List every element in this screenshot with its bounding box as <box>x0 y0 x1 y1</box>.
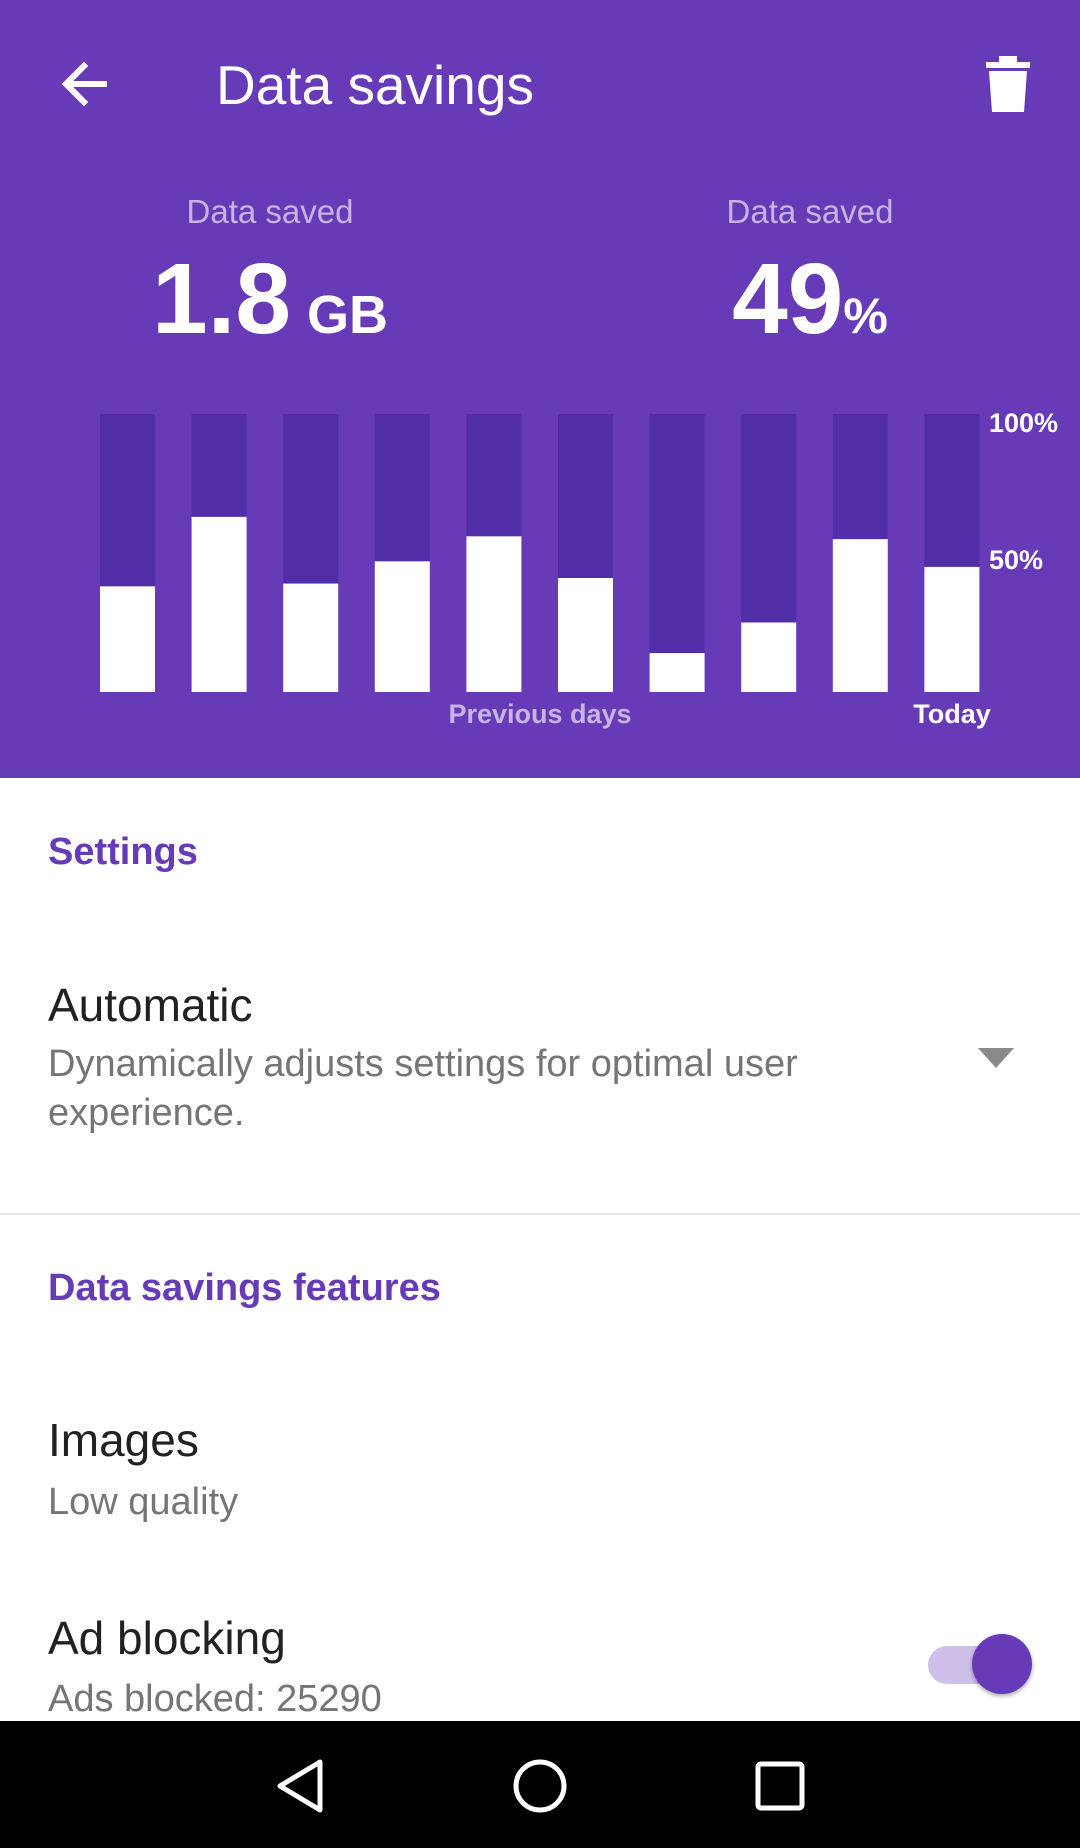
data-saved-amount-stat: Data saved 1.8 GB <box>60 190 480 384</box>
savings-chart-svg: 100% 50% Previous days Today <box>100 408 1058 729</box>
bar-4 <box>374 561 430 692</box>
settings-section-title: Settings <box>48 831 198 873</box>
data-saved-amount-unit: GB <box>307 285 388 345</box>
nav-back-icon <box>277 1759 323 1813</box>
x-axis-today-label: Today <box>913 699 991 729</box>
toggle-thumb <box>972 1634 1032 1694</box>
ads-blocked-count: Ads blocked: 25290 <box>48 1678 382 1720</box>
images-title: Images <box>48 1414 199 1466</box>
arrow-left-icon <box>61 61 107 107</box>
nav-back-button[interactable] <box>250 1741 350 1831</box>
bar-10 <box>924 566 980 692</box>
nav-home-button[interactable] <box>490 1741 590 1831</box>
bar-6 <box>558 578 613 692</box>
data-saved-percent-value: 49% <box>600 244 1020 384</box>
divider <box>0 1213 1080 1215</box>
data-saved-percent-stat: Data saved 49% <box>600 190 1020 384</box>
data-saved-percent-number: 49 <box>732 243 844 355</box>
nav-home-icon <box>513 1759 567 1813</box>
data-saved-amount-value: 1.8 GB <box>60 244 480 384</box>
nav-recents-button[interactable] <box>730 1741 830 1831</box>
data-saved-percent-label: Data saved <box>726 193 894 230</box>
savings-bar-chart: 100% 50% Previous days Today <box>0 0 1080 778</box>
features-section-title: Data savings features <box>48 1267 441 1309</box>
data-saved-amount-number: 1.8 <box>151 243 291 355</box>
delete-button[interactable] <box>968 44 1048 124</box>
trash-icon <box>986 56 1030 112</box>
ad-blocking-toggle[interactable] <box>924 1632 1036 1696</box>
bar-3 <box>283 583 339 692</box>
back-button[interactable] <box>44 44 124 124</box>
bar-7 <box>649 653 705 692</box>
bar-9 <box>832 539 888 692</box>
data-savings-header: 100% 50% Previous days Today Data savings D… <box>0 0 1080 778</box>
bar-5 <box>466 536 522 692</box>
bar-8 <box>741 622 797 692</box>
system-navigation-bar <box>0 1721 1080 1848</box>
nav-recents-icon <box>755 1761 805 1811</box>
mode-title: Automatic <box>48 979 253 1031</box>
page-title: Data savings <box>216 54 534 116</box>
bar-background-7 <box>649 414 705 692</box>
bar-1 <box>100 586 155 692</box>
images-value: Low quality <box>48 1481 239 1523</box>
data-saved-amount-label: Data saved <box>186 193 354 230</box>
y-tick-label: 100% <box>989 408 1058 438</box>
mode-description: Dynamically adjusts settings for optimal… <box>48 1043 798 1134</box>
ad-blocking-title: Ad blocking <box>48 1612 286 1664</box>
x-axis-label: Previous days <box>448 699 631 729</box>
y-tick-label: 50% <box>989 545 1043 575</box>
bar-2 <box>191 516 247 692</box>
data-saved-percent-unit: % <box>843 288 888 344</box>
dropdown-arrow-icon[interactable] <box>978 1048 1014 1068</box>
